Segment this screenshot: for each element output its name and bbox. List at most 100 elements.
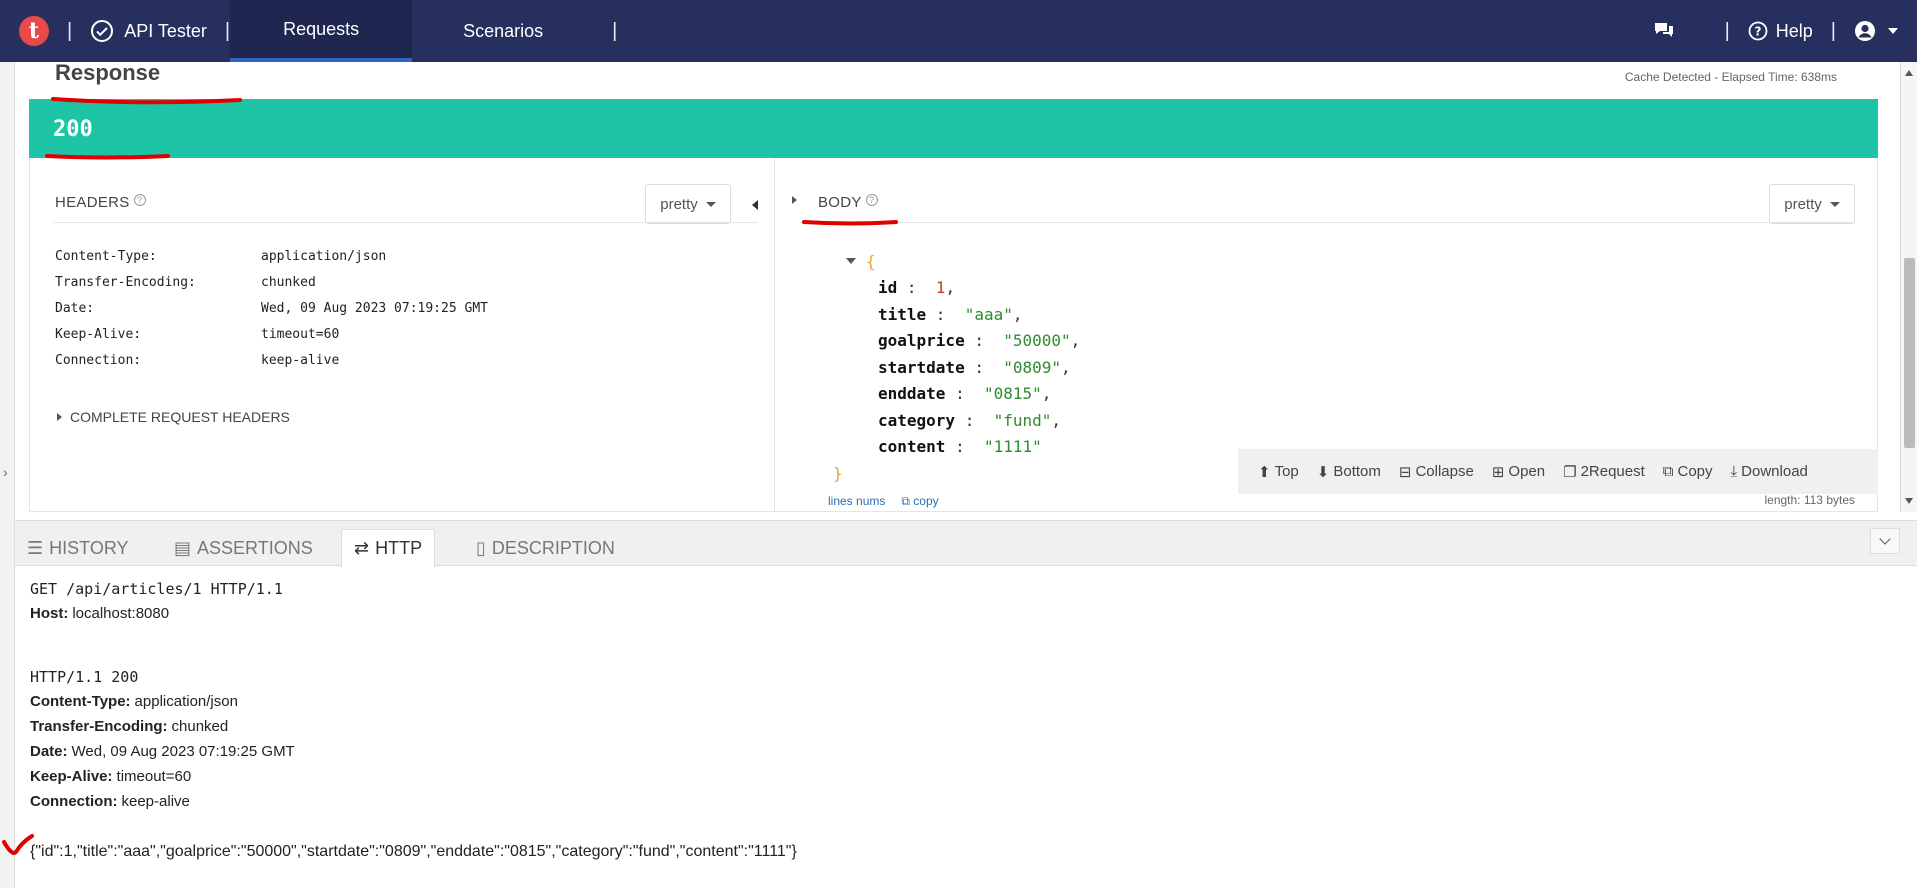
collapse-headers-arrow-icon[interactable]	[752, 200, 758, 210]
copy-link-label: copy	[913, 494, 939, 508]
json-key: id	[878, 278, 898, 298]
json-key: startdate	[878, 357, 965, 377]
tab-history[interactable]: ☰ HISTORY	[15, 529, 141, 567]
to-request-label: 2Request	[1580, 463, 1645, 480]
complete-request-headers-toggle[interactable]: COMPLETE REQUEST HEADERS	[57, 409, 290, 425]
response-header-key: Connection:	[30, 793, 118, 810]
collapse-panel-button[interactable]	[1870, 528, 1900, 554]
status-bar: 200	[29, 99, 1878, 158]
lines-nums-link[interactable]: lines nums	[828, 494, 885, 509]
raw-response-body: {"id":1,"title":"aaa","goalprice":"50000…	[30, 842, 797, 860]
response-header-key: Keep-Alive:	[30, 768, 113, 785]
bottom-button[interactable]: ⬇ Bottom	[1317, 463, 1381, 481]
json-key: enddate	[878, 384, 946, 404]
nav-separator: |	[67, 19, 73, 42]
json-value: "aaa"	[964, 304, 1013, 324]
response-header-value: keep-alive	[121, 793, 190, 810]
book-icon: ▯	[476, 537, 486, 558]
tab-http[interactable]: ⇄ HTTP	[341, 529, 436, 567]
request-header-value: localhost:8080	[72, 605, 170, 622]
nav-separator: |	[612, 19, 618, 42]
arrow-down-circle-icon: ⬇	[1316, 463, 1330, 481]
copy-icon: ⧉	[1662, 463, 1674, 480]
response-header-row: Date: Wed, 09 Aug 2023 07:19:25 GMT	[30, 739, 797, 764]
help-icon[interactable]: ?	[133, 194, 146, 206]
copy-link[interactable]: ⧉ copy	[901, 494, 938, 509]
assertions-icon: ▤	[174, 537, 192, 558]
feedback-button[interactable]	[1653, 21, 1675, 41]
headers-format-value: pretty	[660, 195, 698, 213]
header-row: Transfer-Encoding: chunked	[55, 269, 488, 295]
copy-button[interactable]: ⧉ Copy	[1663, 463, 1713, 480]
json-line: title : "aaa",	[878, 304, 1023, 324]
tab-http-label: HTTP	[375, 538, 423, 558]
chevron-right-icon: ›	[3, 464, 8, 480]
svg-text:?: ?	[1754, 25, 1761, 39]
open-button[interactable]: ⊞ Open	[1492, 463, 1545, 481]
panel-divider[interactable]	[774, 158, 775, 512]
response-scrollbar[interactable]	[1900, 62, 1917, 512]
response-header-value: application/json	[134, 693, 238, 710]
tab-assertions[interactable]: ▤ ASSERTIONS	[162, 529, 325, 567]
nav-tab-requests[interactable]: Requests	[230, 0, 413, 62]
response-header-key: Date:	[30, 743, 68, 760]
copy-icon: ⧉	[901, 494, 914, 508]
download-button[interactable]: ⤓ Download	[1731, 463, 1808, 480]
help-button[interactable]: ? Help	[1748, 21, 1813, 42]
brand-link[interactable]: API Tester	[90, 19, 207, 43]
download-icon: ⤓	[1730, 463, 1738, 480]
scroll-up-arrow[interactable]	[1905, 70, 1913, 76]
tab-description-label: DESCRIPTION	[491, 537, 615, 558]
response-title: Response	[55, 60, 161, 85]
arrow-up-circle-icon: ⬆	[1258, 463, 1271, 481]
to-request-button[interactable]: ❐ 2Request	[1563, 463, 1645, 481]
collapse-button[interactable]: ⊟ Collapse	[1399, 463, 1474, 481]
annotation-underline-status	[45, 154, 170, 160]
minus-square-icon: ⊟	[1398, 463, 1412, 481]
header-row: Date: Wed, 09 Aug 2023 07:19:25 GMT	[55, 295, 488, 321]
body-format-value: pretty	[1784, 195, 1822, 213]
body-format-dropdown[interactable]: pretty	[1769, 184, 1855, 224]
expand-body-arrow-icon[interactable]	[792, 196, 797, 204]
headers-format-dropdown[interactable]: pretty	[645, 184, 731, 224]
json-value: "1111"	[983, 437, 1042, 457]
header-key: Content-Type:	[55, 248, 157, 264]
app-logo[interactable]: t	[19, 16, 49, 46]
chat-bubbles-icon	[1654, 23, 1673, 37]
response-header-key: Transfer-Encoding:	[30, 718, 168, 735]
json-value: "0815"	[983, 384, 1042, 404]
plus-square-icon: ⊞	[1491, 463, 1505, 481]
response-header-row: Connection: keep-alive	[30, 789, 797, 814]
top-button[interactable]: ⬆ Top	[1258, 463, 1299, 481]
body-toolbar: ⬆ Top ⬇ Bottom ⊟ Collapse ⊞ Open ❐ 2Request ⧉…	[1238, 449, 1878, 494]
help-circle-icon: ?	[1748, 21, 1768, 41]
download-label: Download	[1741, 463, 1808, 480]
json-key: title	[878, 304, 927, 324]
nav-separator: |	[1724, 19, 1730, 42]
response-header-value: timeout=60	[116, 768, 192, 785]
annotation-underline-response	[51, 97, 242, 105]
user-menu-button[interactable]	[1854, 20, 1898, 42]
request-header-row: Host: localhost:8080	[30, 601, 797, 626]
copy-files-icon: ❐	[1563, 463, 1577, 481]
left-collapse-rail[interactable]: ›	[0, 62, 15, 888]
response-header-key: Content-Type:	[30, 693, 131, 710]
top-navbar: t | API Tester | Requests Scenarios | | …	[0, 0, 1917, 62]
header-key: Connection:	[55, 352, 142, 368]
json-line: goalprice : "50000",	[878, 331, 1081, 351]
json-value: 1	[935, 278, 946, 298]
scrollbar-thumb[interactable]	[1904, 258, 1915, 448]
json-key: content	[878, 437, 946, 457]
scroll-down-arrow[interactable]	[1905, 498, 1913, 504]
header-value: timeout=60	[261, 326, 340, 342]
response-header-row: Content-Type: application/json	[30, 689, 797, 714]
tab-description[interactable]: ▯ DESCRIPTION	[464, 529, 627, 567]
collapse-json-icon[interactable]	[846, 258, 856, 265]
top-label: Top	[1274, 463, 1299, 480]
help-icon[interactable]: ?	[865, 194, 878, 206]
header-row: Connection: keep-alive	[55, 347, 488, 373]
http-exchange: GET /api/articles/1 HTTP/1.1 Host: localh…	[30, 576, 797, 864]
nav-tab-scenarios[interactable]: Scenarios	[412, 0, 594, 62]
